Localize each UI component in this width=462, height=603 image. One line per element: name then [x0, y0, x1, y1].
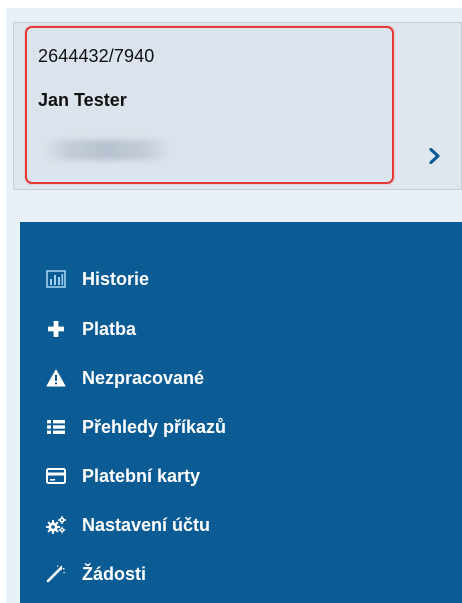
nav-item-platba[interactable]: Platba: [44, 314, 454, 344]
bar-chart-icon: [44, 267, 68, 291]
nav-item-nastaveni-uctu[interactable]: Nastavení účtu: [44, 510, 454, 540]
gears-icon: [44, 513, 68, 537]
nav-item-platebni-karty[interactable]: Platební karty: [44, 461, 454, 491]
account-expand-button[interactable]: [424, 145, 446, 167]
account-balance-blurred: [44, 140, 170, 160]
nav-item-label: Přehledy příkazů: [82, 416, 227, 437]
nav-item-label: Platební karty: [82, 465, 201, 486]
nav-item-label: Nastavení účtu: [82, 514, 211, 535]
account-holder-name: Jan Tester: [38, 90, 127, 110]
nav-item-label: Historie: [82, 268, 150, 289]
nav-item-nezpracovane[interactable]: Nezpracované: [44, 363, 454, 393]
nav-item-zadosti[interactable]: Žádosti: [44, 559, 454, 589]
main-navigation: Historie Platba Nezpracované Přehledy př…: [20, 222, 462, 603]
credit-card-icon: [44, 464, 68, 488]
account-number: 2644432/7940: [38, 46, 155, 66]
plus-icon: [44, 317, 68, 341]
nav-item-label: Nezpracované: [82, 367, 205, 388]
nav-item-label: Žádosti: [82, 563, 147, 584]
warning-icon: [44, 366, 68, 390]
chevron-right-icon: [429, 148, 440, 164]
nav-item-prehledy-prikazu[interactable]: Přehledy příkazů: [44, 412, 454, 442]
magic-wand-icon: [44, 562, 68, 586]
list-icon: [44, 415, 68, 439]
nav-item-label: Platba: [82, 318, 137, 339]
nav-item-historie[interactable]: Historie: [44, 264, 454, 294]
